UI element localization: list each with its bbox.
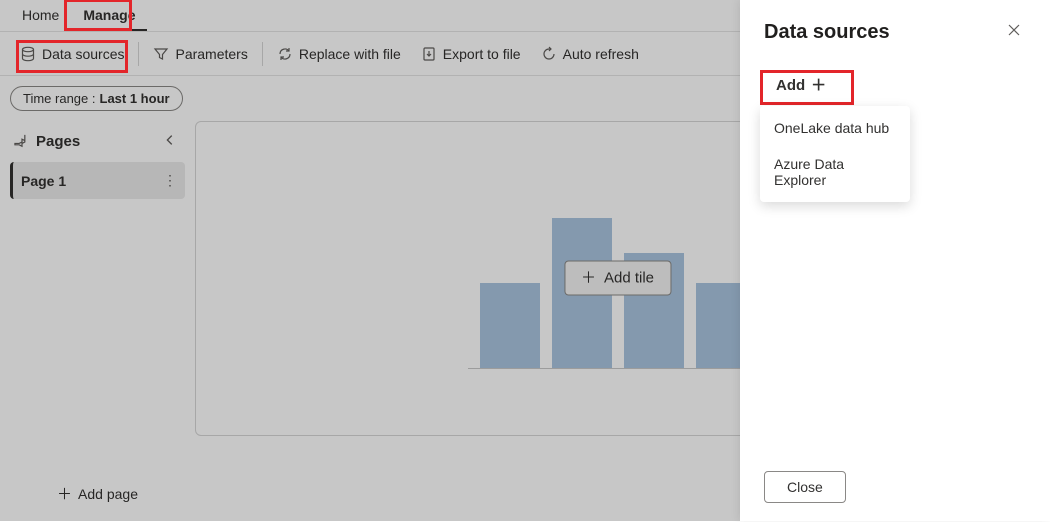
close-button[interactable]: Close bbox=[764, 471, 846, 503]
refresh-icon bbox=[541, 46, 557, 62]
divider bbox=[262, 42, 263, 66]
parameters-label: Parameters bbox=[175, 46, 247, 62]
data-sources-panel: Data sources Add ＋ OneLake data hub Azur… bbox=[740, 0, 1050, 521]
pages-title-text: Pages bbox=[36, 133, 80, 150]
time-range-value: Last 1 hour bbox=[100, 91, 170, 106]
panel-header: Data sources bbox=[764, 18, 1026, 47]
time-range-label: Time range : bbox=[23, 91, 96, 106]
replace-button[interactable]: Replace with file bbox=[267, 40, 411, 68]
export-label: Export to file bbox=[443, 46, 521, 62]
add-tile-button[interactable]: ＋ Add tile bbox=[564, 261, 671, 296]
page-item-label: Page 1 bbox=[21, 173, 66, 189]
database-icon bbox=[20, 46, 36, 62]
parameters-button[interactable]: Parameters bbox=[143, 40, 257, 68]
chevron-left-icon bbox=[163, 133, 177, 147]
menu-azure-data-explorer[interactable]: Azure Data Explorer bbox=[760, 146, 910, 198]
data-sources-label: Data sources bbox=[42, 46, 124, 62]
plus-icon: ＋ bbox=[581, 271, 596, 286]
add-data-source-menu: OneLake data hub Azure Data Explorer bbox=[760, 106, 910, 202]
page-item[interactable]: Page 1 ⋮ bbox=[10, 162, 185, 199]
collapse-sidebar-button[interactable] bbox=[159, 129, 181, 154]
pin-icon bbox=[14, 134, 30, 150]
tab-home[interactable]: Home bbox=[10, 1, 71, 31]
tab-manage[interactable]: Manage bbox=[71, 1, 147, 31]
menu-onelake[interactable]: OneLake data hub bbox=[760, 110, 910, 146]
export-button[interactable]: Export to file bbox=[411, 40, 531, 68]
divider bbox=[138, 42, 139, 66]
chart-placeholder: ＋ Add tile bbox=[468, 189, 768, 369]
add-label: Add bbox=[776, 77, 805, 94]
placeholder-bar bbox=[480, 283, 540, 368]
pages-title: Pages bbox=[14, 133, 80, 150]
data-sources-button[interactable]: Data sources bbox=[10, 40, 134, 68]
plus-icon: ＋ bbox=[57, 487, 72, 502]
more-icon[interactable]: ⋮ bbox=[163, 172, 177, 189]
replace-label: Replace with file bbox=[299, 46, 401, 62]
auto-refresh-button[interactable]: Auto refresh bbox=[531, 40, 649, 68]
close-icon bbox=[1006, 22, 1022, 38]
pages-sidebar: Pages Page 1 ⋮ ＋ Add page bbox=[10, 121, 185, 512]
add-page-label: Add page bbox=[78, 486, 138, 502]
add-tile-label: Add tile bbox=[604, 270, 654, 287]
time-range-pill[interactable]: Time range : Last 1 hour bbox=[10, 86, 183, 111]
close-panel-button[interactable] bbox=[1002, 18, 1026, 47]
auto-refresh-label: Auto refresh bbox=[563, 46, 639, 62]
export-icon bbox=[421, 46, 437, 62]
add-page-button[interactable]: ＋ Add page bbox=[10, 476, 185, 512]
replace-icon bbox=[277, 46, 293, 62]
pages-header: Pages bbox=[10, 121, 185, 162]
panel-title: Data sources bbox=[764, 21, 890, 44]
plus-icon: ＋ bbox=[811, 78, 826, 93]
add-data-source-button[interactable]: Add ＋ bbox=[764, 71, 1026, 100]
filter-icon bbox=[153, 46, 169, 62]
